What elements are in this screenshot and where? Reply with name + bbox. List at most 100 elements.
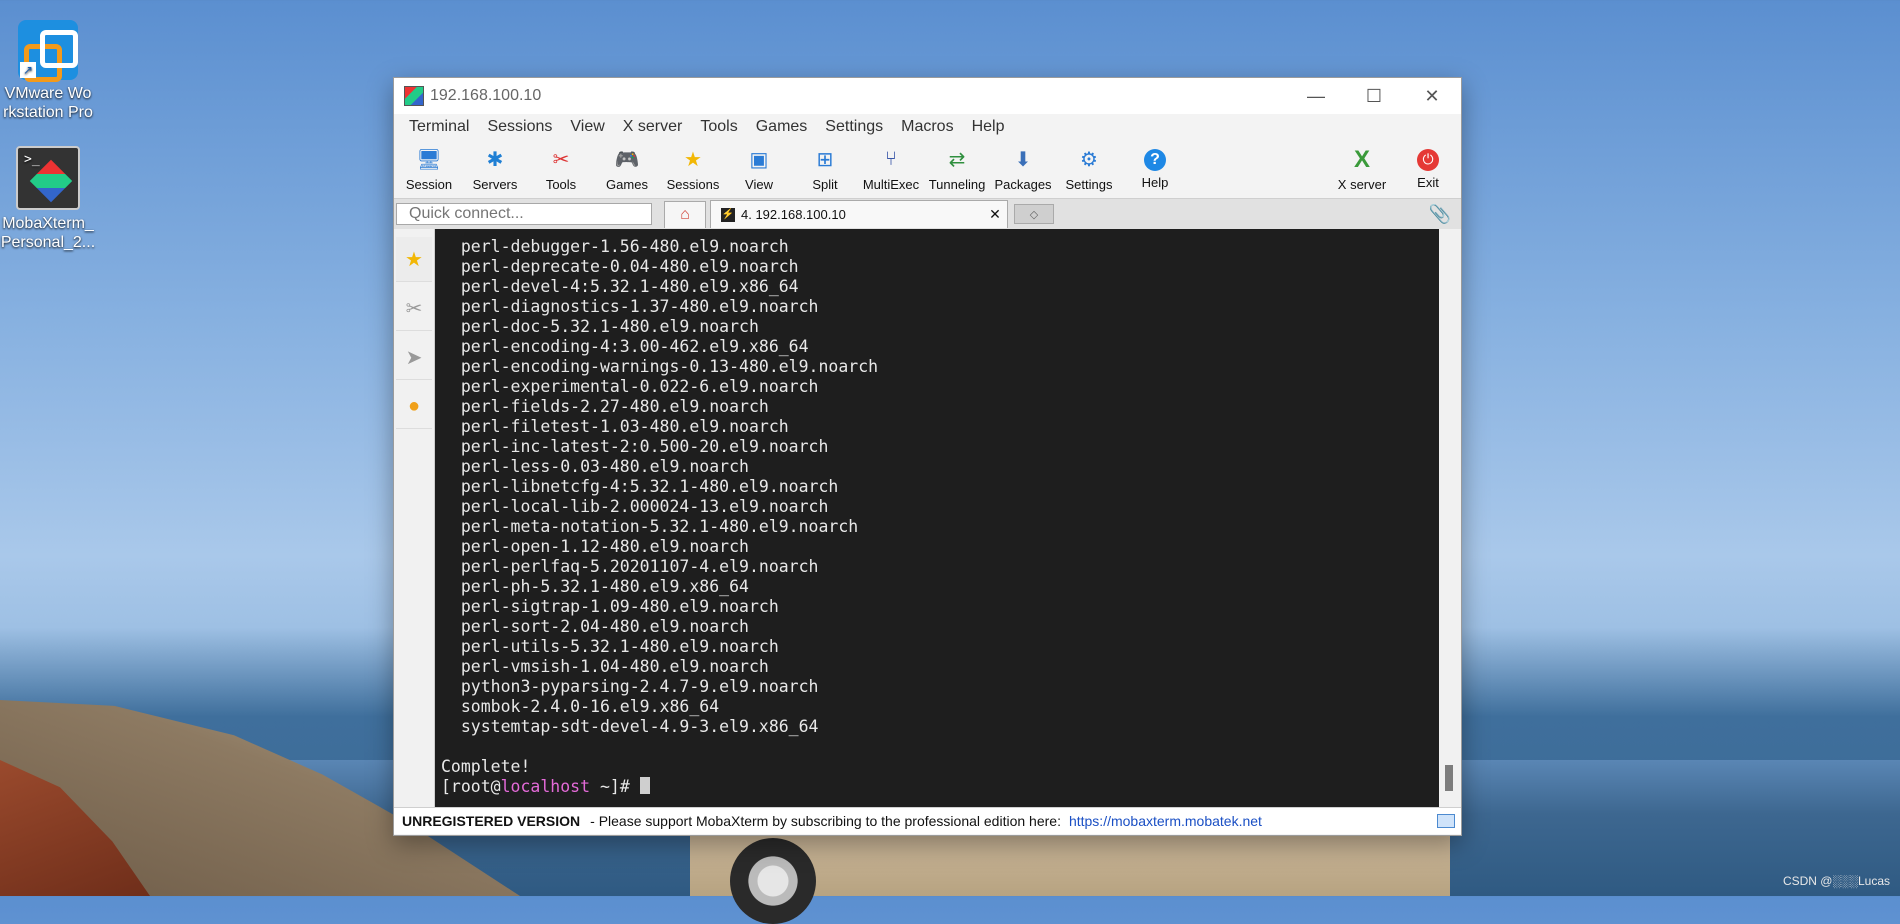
watermark: CSDN @░░░Lucas [1782, 874, 1890, 888]
prompt-host: localhost [500, 777, 591, 796]
menu-view[interactable]: View [561, 118, 613, 136]
terminal-line: perl-perlfaq-5.20201107-4.el9.noarch [441, 557, 819, 576]
toolbar-label: Sessions [666, 176, 720, 192]
toolbar-packages-button[interactable]: ⬇ Packages [990, 147, 1056, 192]
toolbar-settings-button[interactable]: ⚙ Settings [1056, 147, 1122, 192]
toolbar-label: MultiExec [862, 176, 920, 192]
toolbar-label: Tunneling [928, 176, 986, 192]
paperclip-icon[interactable]: 📎 [1429, 204, 1451, 225]
toolbar-label: Tools [545, 176, 577, 192]
tunneling-icon: ⇄ [948, 149, 966, 171]
title-bar[interactable]: 192.168.100.10 — ☐ ✕ [394, 78, 1461, 114]
servers-icon: ✱ [486, 149, 504, 171]
terminal-line: perl-libnetcfg-4:5.32.1-480.el9.noarch [441, 477, 839, 496]
minimize-button[interactable]: — [1287, 78, 1345, 114]
maximize-button[interactable]: ☐ [1345, 78, 1403, 114]
toolbar-label: Games [606, 176, 648, 192]
terminal-line: Complete! [441, 757, 531, 776]
terminal-line: perl-meta-notation-5.32.1-480.el9.noarch [441, 517, 859, 536]
desktop-icon-vmware[interactable]: ↗ VMware Wo rkstation Pro [0, 20, 96, 122]
toolbar-tunneling-button[interactable]: ⇄ Tunneling [924, 147, 990, 192]
new-tab-button[interactable]: ◇ [1014, 204, 1054, 224]
menu-tools[interactable]: Tools [691, 118, 746, 136]
packages-icon: ⬇ [1014, 149, 1032, 171]
desktop-icon-label: rkstation Pro [3, 104, 93, 121]
terminal-line: perl-ph-5.32.1-480.el9.x86_64 [441, 577, 749, 596]
toolbar-servers-button[interactable]: ✱ Servers [462, 147, 528, 192]
toolbar-split-button[interactable]: ⊞ Split [792, 147, 858, 192]
terminal-line: perl-sigtrap-1.09-480.el9.noarch [441, 597, 779, 616]
toolbar-view-button[interactable]: ▣ View [726, 147, 792, 192]
menu-help[interactable]: Help [963, 118, 1014, 136]
toolbar-x-server-button[interactable]: X X server [1329, 145, 1395, 192]
toolbar-label: Exit [1417, 174, 1439, 190]
games-icon: 🎮 [614, 149, 640, 171]
toolbar-label: Packages [994, 176, 1052, 192]
terminal-line: perl-diagnostics-1.37-480.el9.noarch [441, 297, 819, 316]
x-server-icon: X [1353, 145, 1370, 173]
terminal-line: perl-fields-2.27-480.el9.noarch [441, 397, 769, 416]
terminal-output[interactable]: perl-debugger-1.56-480.el9.noarch perl-d… [435, 229, 1439, 807]
terminal-line: perl-less-0.03-480.el9.noarch [441, 457, 749, 476]
star-icon: ★ [684, 149, 702, 171]
toolbar: 🖥 Session ✱ Servers ✂ Tools 🎮 Games ★ Session… [394, 140, 1461, 198]
terminal-line: systemtap-sdt-devel-4.9-3.el9.x86_64 [441, 717, 819, 736]
toolbar-label: Settings [1065, 176, 1113, 192]
menu-x-server[interactable]: X server [614, 118, 692, 136]
vmware-icon: ↗ [18, 20, 78, 82]
toolbar-label: Help [1141, 174, 1169, 190]
toolbar-session-button[interactable]: 🖥 Session [396, 147, 462, 192]
mobaxterm-app-icon [404, 86, 424, 106]
menu-settings[interactable]: Settings [816, 118, 892, 136]
terminal-prompt-line: [root@localhost ~]# [441, 777, 1439, 797]
terminal-line: perl-open-1.12-480.el9.noarch [441, 537, 749, 556]
settings-icon: ⚙ [1080, 149, 1098, 171]
toolbar-multiexec-button[interactable]: ⑂ MultiExec [858, 147, 924, 192]
help-icon: ? [1144, 148, 1166, 171]
unregistered-label: UNREGISTERED VERSION [402, 813, 581, 829]
terminal-line: perl-deprecate-0.04-480.el9.noarch [441, 257, 799, 276]
new-tab-icon: ◇ [1029, 208, 1039, 221]
close-tab-icon[interactable]: ✕ [983, 206, 1007, 223]
desktop-icon-label: VMware Wo [4, 85, 92, 102]
toolbar-exit-button[interactable]: ⏻ Exit [1395, 148, 1461, 190]
terminal-line: perl-sort-2.04-480.el9.noarch [441, 617, 749, 636]
terminal-line: perl-encoding-4:3.00-462.el9.x86_64 [441, 337, 809, 356]
menu-terminal[interactable]: Terminal [400, 118, 478, 136]
home-tab[interactable]: ⌂ [664, 200, 706, 228]
session-icon: 🖥 [416, 149, 442, 171]
terminal-line: perl-vmsish-1.04-480.el9.noarch [441, 657, 769, 676]
view-icon: ▣ [749, 149, 769, 171]
menu-sessions[interactable]: Sessions [478, 118, 561, 136]
main-area: ★ ✂ ➤ ● perl-debugger-1.56-480.el9.noarc… [394, 229, 1461, 807]
split-icon: ⊞ [816, 149, 834, 171]
toolbar-help-button[interactable]: ? Help [1122, 148, 1188, 190]
status-bar: UNREGISTERED VERSION - Please support Mo… [394, 807, 1461, 834]
menu-macros[interactable]: Macros [892, 118, 962, 136]
sidebar-macros-icon[interactable]: ● [396, 384, 432, 429]
tab-bar: ⌂ ⚡ 4. 192.168.100.10 ✕ ◇ 📎 [394, 198, 1461, 229]
close-button[interactable]: ✕ [1403, 78, 1461, 114]
shortcut-arrow-icon: ↗ [20, 62, 36, 78]
scrollbar-thumb[interactable] [1445, 765, 1453, 791]
session-tab-label: 4. 192.168.100.10 [741, 207, 846, 222]
tools-icon: ✂ [552, 149, 570, 171]
truck-wheel-background [730, 838, 816, 924]
desktop-icon-mobaxterm[interactable]: >_ MobaXterm_ Personal_2... [0, 146, 96, 252]
desktop-icon-label: MobaXterm_ [2, 215, 94, 232]
quick-connect-input[interactable] [396, 203, 652, 225]
prompt-open: [root@ [441, 777, 501, 796]
terminal-scrollbar[interactable] [1439, 229, 1461, 807]
sidebar-sessions-star-icon[interactable]: ★ [396, 237, 432, 282]
terminal-line: python3-pyparsing-2.4.7-9.el9.noarch [441, 677, 819, 696]
toolbar-sessions-button[interactable]: ★ Sessions [660, 147, 726, 192]
session-tab[interactable]: ⚡ 4. 192.168.100.10 ✕ [710, 200, 1008, 228]
menu-games[interactable]: Games [747, 118, 817, 136]
monitor-icon [1437, 814, 1455, 828]
toolbar-label: View [745, 176, 773, 192]
toolbar-tools-button[interactable]: ✂ Tools [528, 147, 594, 192]
mobatek-link[interactable]: https://mobaxterm.mobatek.net [1069, 813, 1262, 829]
toolbar-games-button[interactable]: 🎮 Games [594, 147, 660, 192]
sidebar-tools-icon[interactable]: ✂ [396, 286, 432, 331]
sidebar-send-icon[interactable]: ➤ [396, 335, 432, 380]
